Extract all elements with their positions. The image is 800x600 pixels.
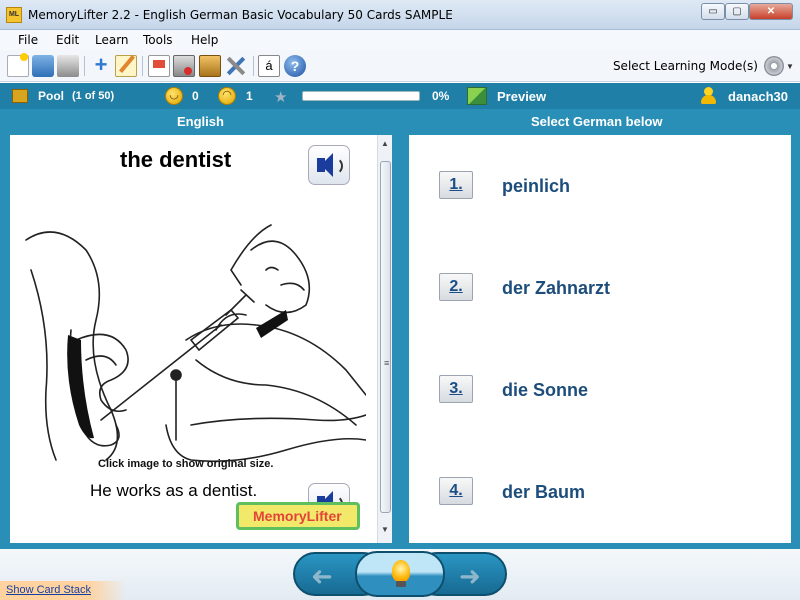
word-audio-button[interactable] [308,145,350,185]
card-stack-icon[interactable] [173,55,195,77]
dentist-illustration[interactable] [16,210,366,465]
status-bar: Pool (1 of 50) ◡ 0 ◠ 1 ★ 0% Preview dana… [0,83,800,109]
gear-icon[interactable] [764,56,784,76]
maximize-button[interactable]: ▢ [725,3,749,20]
answer-pane: 1. peinlich 2. der Zahnarzt 3. die Sonne… [409,135,791,543]
answer-option[interactable]: 2. der Zahnarzt [439,269,779,303]
question-scrollbar[interactable]: ▲ ≡ ▼ [377,135,392,543]
memorylifter-logo: MemoryLifter [236,502,360,530]
menu-tools[interactable]: Tools [143,33,173,47]
sad-smiley-icon: ◠ [218,87,236,105]
toolbar: + á ? Select Learning Mode(s) ▼ [0,50,800,82]
star-icon: ★ [274,89,288,106]
progress-bar [302,91,420,101]
app-logo-icon: ML [6,7,22,23]
help-icon[interactable]: ? [284,55,306,77]
bottom-navigation: ➜ ➜ Show Card Stack [0,549,800,600]
scroll-thumb[interactable]: ≡ [380,161,391,513]
pool-count: (1 of 50) [72,90,115,102]
toolbar-separator [142,56,143,76]
learning-area: English Select German below the dentist [0,109,800,549]
presentation-icon[interactable] [148,55,170,77]
happy-smiley-icon: ◡ [165,87,183,105]
answer-number-button[interactable]: 3. [439,375,473,403]
question-language-header: English [177,114,224,129]
example-sentence: He works as a dentist. [90,481,258,500]
lightbulb-icon [392,560,410,582]
question-word: the dentist [120,147,232,172]
open-folder-icon[interactable] [32,55,54,77]
menu-bar: File Edit Learn Tools Help [0,30,800,50]
preview-icon[interactable] [467,87,487,105]
username: danach30 [728,89,788,104]
menu-learn[interactable]: Learn [95,33,129,47]
close-button[interactable]: ✕ [749,3,793,20]
new-document-icon[interactable] [7,53,29,77]
title-bar: ML MemoryLifter 2.2 - English German Bas… [0,0,800,30]
answer-number-button[interactable]: 2. [439,273,473,301]
tools-icon[interactable] [225,55,247,77]
window-title: MemoryLifter 2.2 - English German Basic … [28,8,453,22]
question-pane: the dentist Click image to show original… [10,135,392,543]
user-icon [700,87,716,105]
answer-number-button[interactable]: 4. [439,477,473,505]
edit-card-icon[interactable] [115,55,137,77]
answer-text[interactable]: die Sonne [502,380,588,401]
preview-button[interactable]: Preview [497,89,546,104]
learning-mode-label[interactable]: Select Learning Mode(s) [613,59,758,73]
menu-help[interactable]: Help [191,33,218,47]
toolbar-separator [84,56,85,76]
dictionary-icon[interactable] [199,55,221,77]
menu-edit[interactable]: Edit [56,33,79,47]
toolbar-separator [253,56,254,76]
arrow-right-icon: ➜ [459,561,481,591]
chevron-down-icon[interactable]: ▼ [786,62,794,71]
answer-text[interactable]: der Zahnarzt [502,278,610,299]
scroll-up-icon[interactable]: ▲ [381,139,389,148]
arrow-left-icon: ➜ [311,561,333,591]
scroll-down-icon[interactable]: ▼ [381,525,389,534]
print-icon[interactable] [57,55,79,77]
correct-count: 0 [192,89,199,103]
pool-label: Pool [38,89,64,103]
answer-number-button[interactable]: 1. [439,171,473,199]
answer-header: Select German below [531,114,663,129]
answer-text[interactable]: der Baum [502,482,585,503]
answer-option[interactable]: 4. der Baum [439,473,779,507]
show-answer-button[interactable] [355,551,445,597]
answer-option[interactable]: 3. die Sonne [439,371,779,405]
pool-icon [12,89,28,103]
minimize-button[interactable]: ▭ [701,3,725,20]
answer-option[interactable]: 1. peinlich [439,167,779,201]
wrong-count: 1 [246,89,253,103]
menu-file[interactable]: File [18,33,38,47]
add-card-icon[interactable]: + [90,54,112,77]
answer-text[interactable]: peinlich [502,176,570,197]
image-caption: Click image to show original size. [98,458,274,470]
show-card-stack-link[interactable]: Show Card Stack [0,581,126,600]
special-character-icon[interactable]: á [258,55,280,77]
progress-text: 0% [432,89,450,103]
